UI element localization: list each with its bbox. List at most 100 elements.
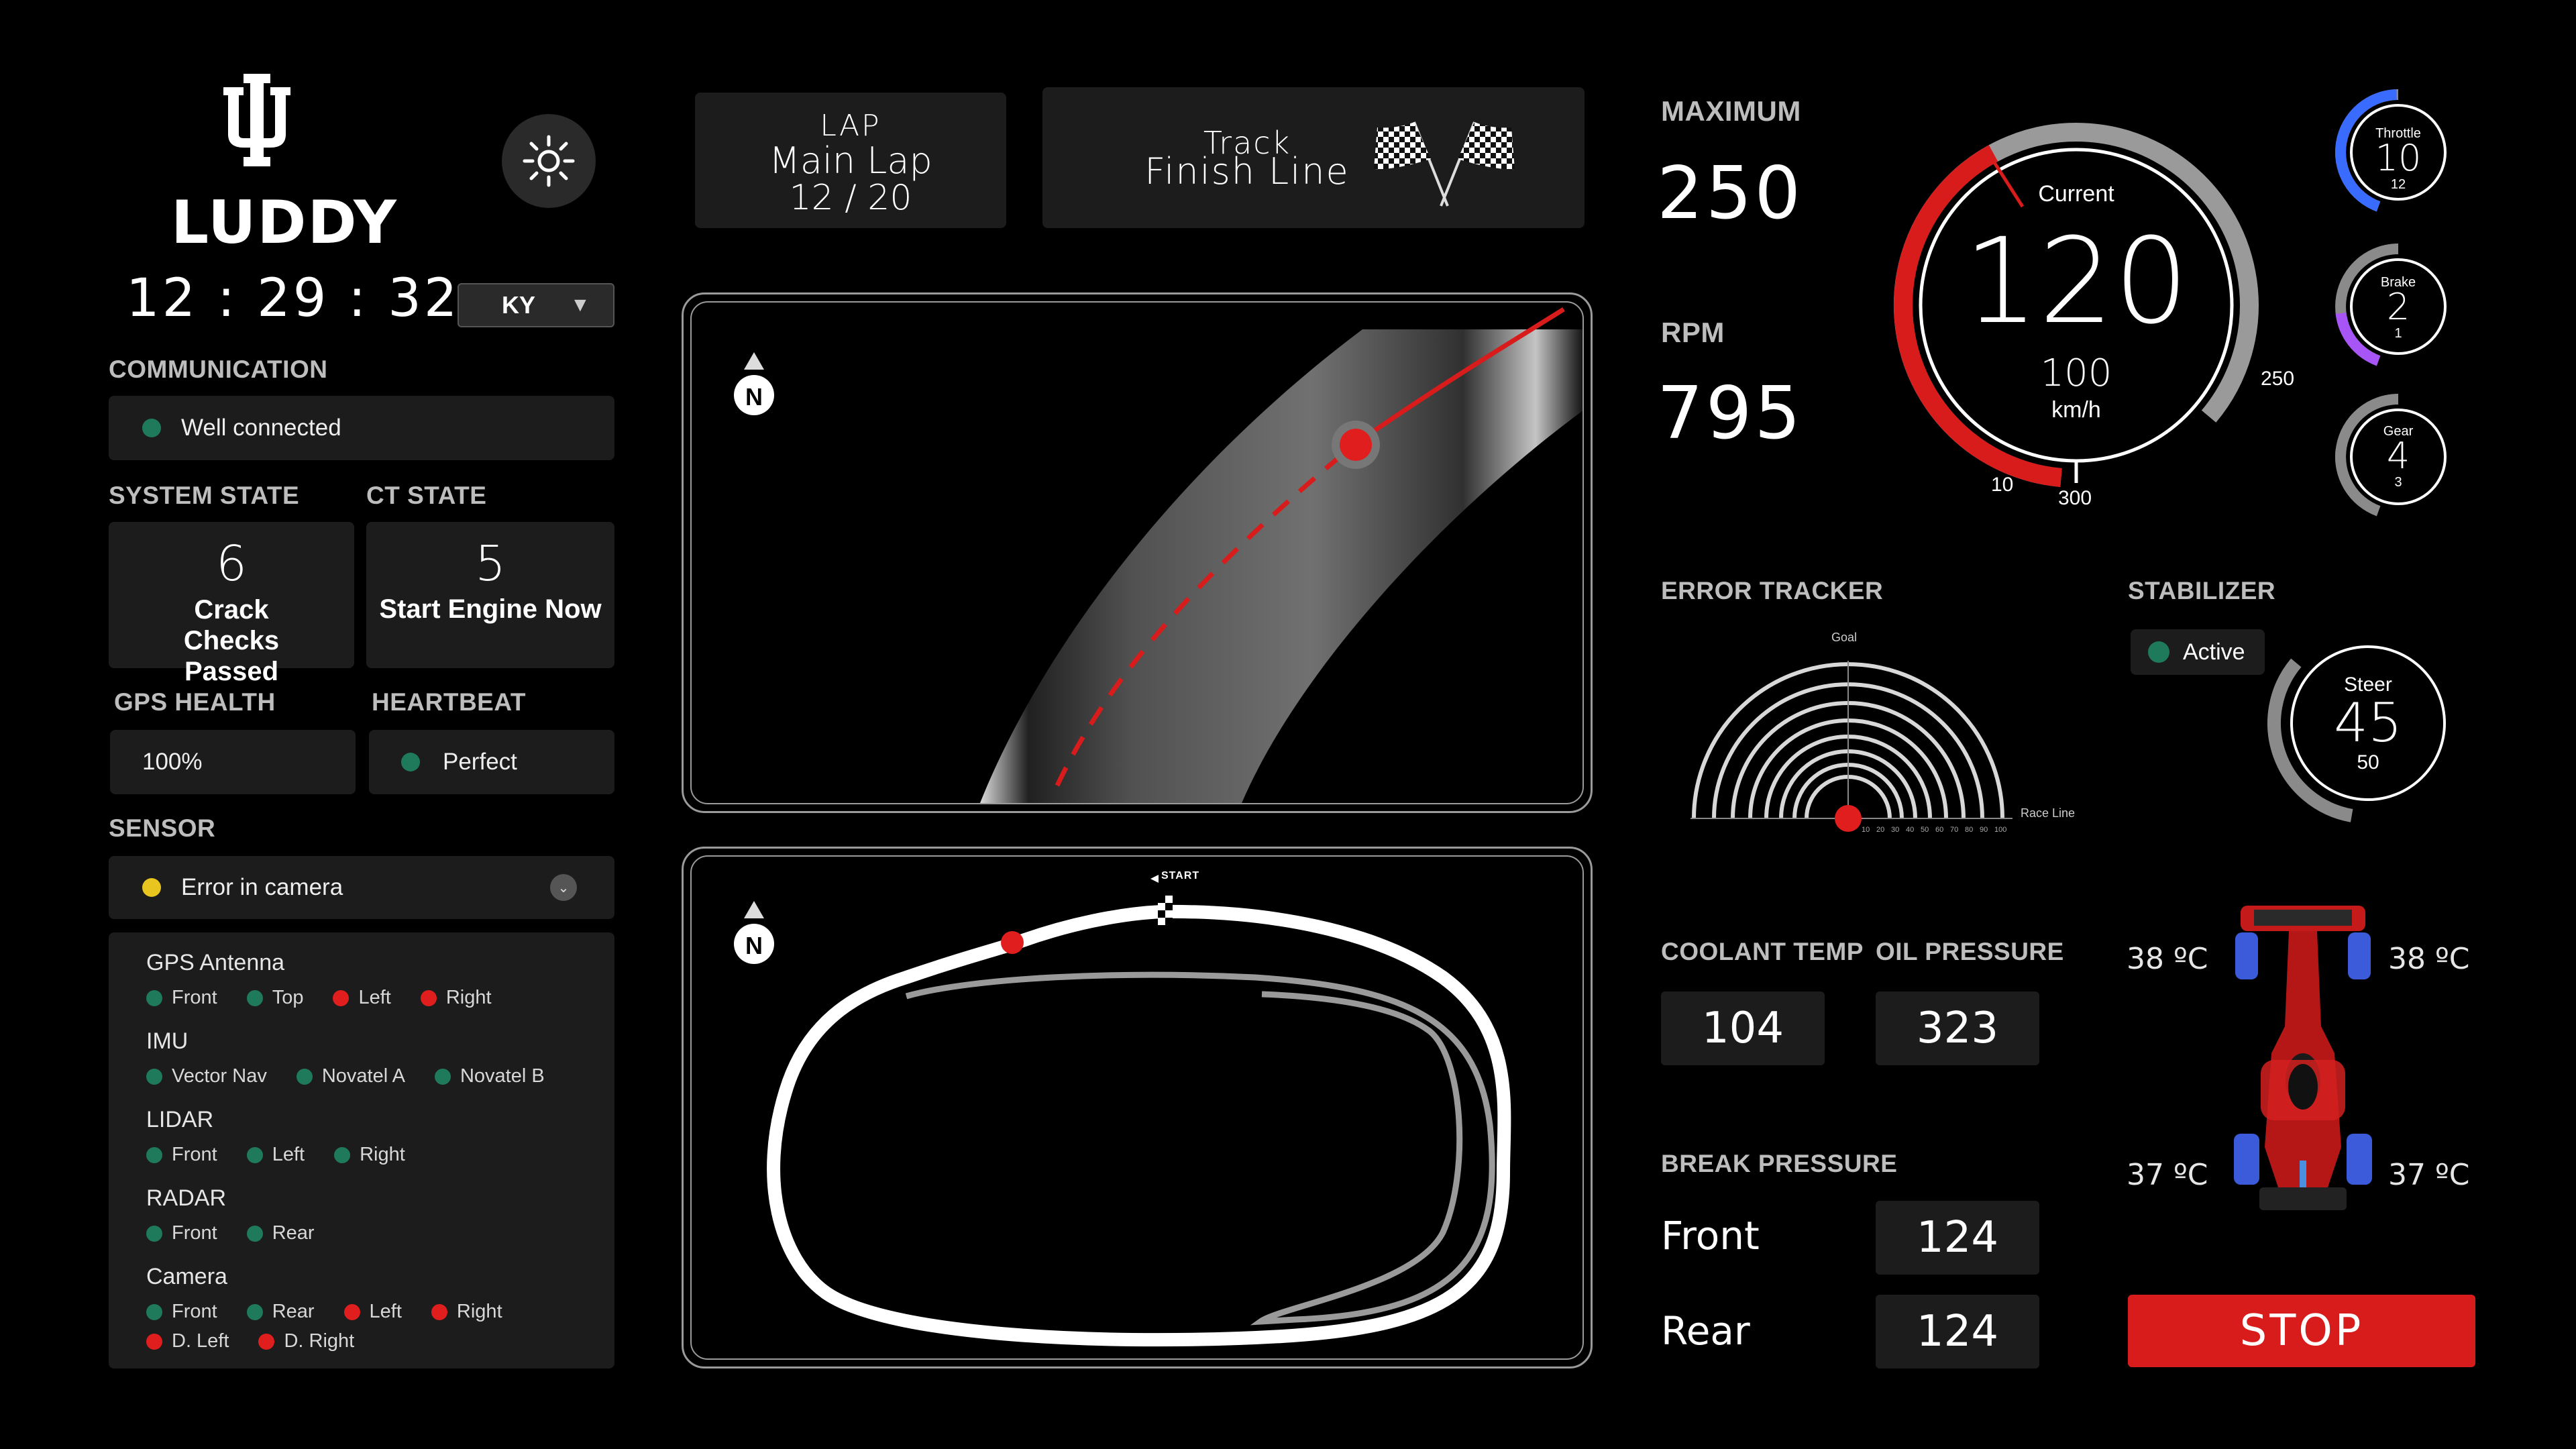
sensor-item-label: Right (360, 1144, 405, 1165)
tracker-tick-label: 90 (1980, 826, 1988, 834)
sensor-item: Right (334, 1140, 405, 1169)
system-state-label: SYSTEM STATE (109, 482, 300, 509)
region-select[interactable]: KY ▼ (458, 283, 614, 327)
sensor-group: Camera Front Rear Left Right D. Left D. Right (146, 1264, 614, 1356)
sensor-item-label: Front (172, 987, 217, 1008)
error-tracker: 10 20 30 40 50 60 70 80 90 100 Goal Race Line (1677, 624, 2093, 839)
throttle-gauge: Throttle 10 12 (2334, 89, 2462, 216)
sensor-group: RADAR Front Rear (146, 1185, 614, 1248)
coolant-temp-value: 104 (1661, 991, 1825, 1065)
lap-card: LAP Main Lap 12 / 20 (695, 93, 1006, 228)
gps-health-value: 100% (142, 749, 203, 775)
error-marker (1835, 805, 1862, 832)
status-dot (246, 990, 263, 1007)
sensor-item: D. Right (258, 1326, 354, 1356)
stop-button[interactable]: STOP (2128, 1295, 2475, 1367)
track-closeup-map[interactable]: N (682, 292, 1593, 813)
trident-logo-icon (223, 74, 290, 166)
status-dot (434, 1069, 451, 1085)
maximum-value: 250 (1657, 152, 1804, 235)
stabilizer-status: Active (2183, 639, 2245, 665)
status-dot (334, 1147, 351, 1164)
track-overview-map[interactable]: START N (682, 847, 1593, 1368)
gear-sub: 3 (2394, 475, 2402, 490)
north-label: N (745, 932, 763, 959)
track-closeup-svg (980, 307, 1582, 803)
tracker-tick-label: 20 (1876, 826, 1884, 834)
status-dot (146, 1304, 162, 1321)
maximum-label: MAXIMUM (1661, 95, 1801, 127)
north-indicator: N (731, 898, 777, 972)
lap-title: LAP (820, 109, 881, 143)
heartbeat-panel: Perfect (369, 730, 614, 794)
sensor-item-label: Left (369, 1301, 402, 1322)
speed-scale-max: 250 (2261, 368, 2295, 390)
tracker-tick-label: 100 (1994, 826, 2006, 834)
sensor-list: GPS Antenna Front Top Left Right IMU Vector Na… (146, 950, 614, 1356)
pit-lane (905, 971, 1495, 1326)
status-dot (258, 1334, 275, 1350)
goal-label: Goal (1831, 631, 1858, 644)
steer-gauge: Steer 45 50 (2254, 637, 2482, 839)
gps-health-panel: 100% (110, 730, 356, 794)
sensor-item-label: Top (272, 987, 304, 1008)
speed-value: 120 (1964, 213, 2189, 350)
sensor-item: Front (146, 1297, 217, 1326)
sensor-dropdown[interactable]: Error in camera ⌄ (109, 856, 614, 919)
sensor-item: Left (246, 1140, 305, 1169)
tracker-tick-label: 50 (1921, 826, 1929, 834)
tracker-tick-label: 30 (1891, 826, 1899, 834)
sensor-item-label: Right (445, 987, 492, 1008)
steer-value: 45 (2334, 692, 2402, 754)
status-dot-green (142, 419, 161, 437)
checkered-flags-icon (1374, 121, 1515, 207)
oil-pressure-value: 323 (1876, 991, 2039, 1065)
status-dot-yellow (142, 878, 161, 897)
heartbeat-label: HEARTBEAT (372, 688, 526, 716)
sensor-item: Top (246, 983, 304, 1012)
sensor-group: LIDAR Front Left Right (146, 1107, 614, 1169)
sensor-item-label: Right (456, 1301, 502, 1322)
sensor-item-label: Rear (272, 1222, 315, 1244)
sensor-item-label: Front (172, 1144, 217, 1165)
sensor-group-title: Camera (146, 1264, 227, 1289)
status-dot (146, 1226, 162, 1242)
ct-state-card: 5 Start Engine Now (366, 522, 614, 668)
status-dot (296, 1069, 313, 1085)
heartbeat-value: Perfect (443, 749, 517, 775)
sensor-item: Novatel B (434, 1061, 545, 1091)
sensor-item: Left (343, 1297, 402, 1326)
brand-name: LUDDY (171, 188, 398, 257)
sensor-group-title: LIDAR (146, 1107, 214, 1132)
status-dot (420, 990, 437, 1007)
communication-status: Well connected (181, 415, 341, 441)
communication-panel: Well connected (109, 396, 614, 460)
stabilizer-status-pill: Active (2131, 629, 2265, 675)
theme-toggle-button[interactable] (502, 114, 596, 208)
ct-state-count: 5 (475, 535, 506, 592)
sensor-item-label: Vector Nav (172, 1065, 267, 1087)
speed-scale-bottom: 300 (2058, 487, 2092, 509)
sensor-item: Front (146, 1140, 217, 1169)
break-pressure-label: BREAK PRESSURE (1661, 1150, 1898, 1177)
sensor-item: Right (420, 983, 492, 1012)
sensor-group-title: IMU (146, 1028, 189, 1054)
tracker-tick-label: 10 (1862, 826, 1870, 834)
oil-pressure-label: OIL PRESSURE (1876, 938, 2064, 965)
sensor-item: D. Left (146, 1326, 229, 1356)
tracker-ticks: 10 20 30 40 50 60 70 80 90 100 (1862, 826, 2006, 834)
brake-value: 2 (2386, 286, 2410, 328)
sensor-item-label: Front (172, 1222, 217, 1244)
speed-unit: km/h (2051, 397, 2101, 423)
brake-sub: 1 (2394, 326, 2402, 341)
sensor-item: Novatel A (296, 1061, 405, 1091)
race-line-label: Race Line (2021, 806, 2076, 820)
system-state-text: Crack Checks Passed (183, 595, 280, 686)
sensor-group: GPS Antenna Front Top Left Right (146, 950, 614, 1012)
system-state-count: 6 (216, 535, 247, 592)
tracker-tick-label: 60 (1935, 826, 1943, 834)
brake-gauge: Brake 2 1 (2334, 243, 2462, 370)
sensor-item: Vector Nav (146, 1061, 267, 1091)
speed-current-label: Current (2038, 181, 2114, 207)
status-dot (146, 990, 162, 1007)
